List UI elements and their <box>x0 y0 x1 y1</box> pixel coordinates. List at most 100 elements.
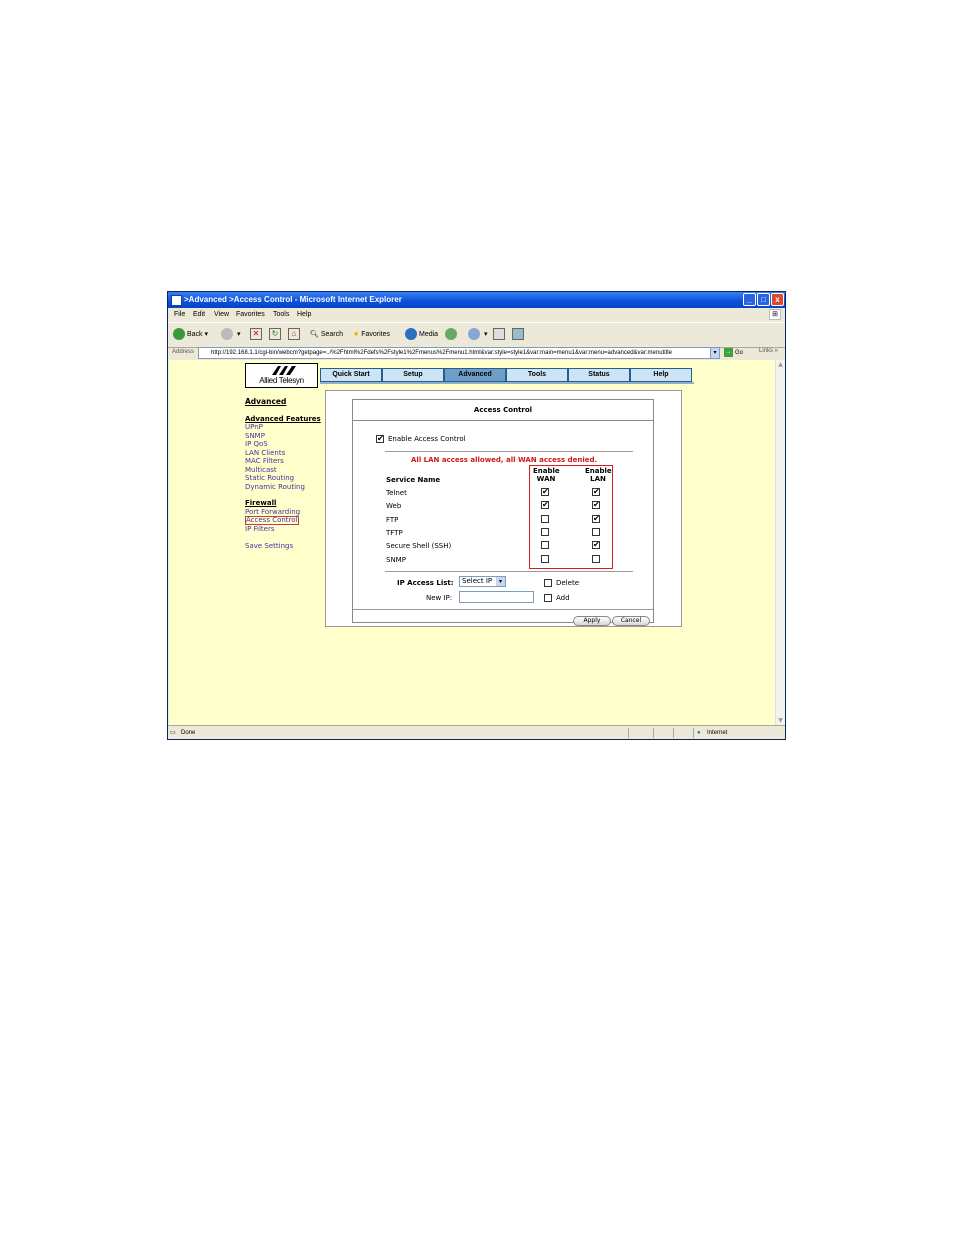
close-button[interactable]: x <box>771 293 784 306</box>
delete-checkbox[interactable] <box>544 579 552 587</box>
home-button[interactable]: ⌂ <box>288 327 300 343</box>
new-ip-label: New IP: <box>426 594 453 602</box>
col-header-service-name: Service Name <box>386 476 441 484</box>
sidebar-item-lan-clients[interactable]: LAN Clients <box>245 449 321 458</box>
ssh-lan-checkbox[interactable]: ✔ <box>592 541 600 549</box>
window-title: >Advanced >Access Control - Microsoft In… <box>184 295 402 304</box>
snmp-wan-checkbox[interactable] <box>541 555 549 563</box>
title-bar: >Advanced >Access Control - Microsoft In… <box>168 292 785 308</box>
sidebar-item-multicast[interactable]: Multicast <box>245 466 321 475</box>
col-header-enable-lan-1: Enable <box>585 467 612 475</box>
favorites-button[interactable]: ★ Favorites <box>353 327 390 343</box>
divider <box>385 571 633 572</box>
maximize-button[interactable]: □ <box>757 293 770 306</box>
apply-button[interactable]: Apply <box>573 616 611 626</box>
mail-button[interactable]: ▾ <box>468 327 487 343</box>
sidebar-item-static-routing[interactable]: Static Routing <box>245 474 321 483</box>
ftp-wan-checkbox[interactable] <box>541 515 549 523</box>
sidebar-heading-advanced-features[interactable]: Advanced Features <box>245 415 321 424</box>
menu-file[interactable]: File <box>174 308 185 321</box>
ip-select-value: Select IP <box>462 577 493 585</box>
vertical-scrollbar[interactable]: ▲ ▼ <box>775 360 785 725</box>
access-control-panel: Access Control ✔ Enable Access Control A… <box>352 399 654 626</box>
sidebar-item-snmp[interactable]: SNMP <box>245 432 321 441</box>
snmp-lan-checkbox[interactable] <box>592 555 600 563</box>
sidebar-item-ip-qos[interactable]: IP QoS <box>245 440 321 449</box>
telnet-lan-checkbox[interactable]: ✔ <box>592 488 600 496</box>
ftp-lan-checkbox[interactable]: ✔ <box>592 515 600 523</box>
service-ftp: FTP <box>386 516 399 524</box>
sidebar-item-dynamic-routing[interactable]: Dynamic Routing <box>245 483 321 492</box>
address-input[interactable]: http://192.168.1.1/cgi-bin/webcm?getpage… <box>198 347 718 359</box>
go-button[interactable]: → Go <box>724 347 743 359</box>
tab-tools[interactable]: Tools <box>506 368 568 382</box>
tftp-lan-checkbox[interactable] <box>592 528 600 536</box>
service-ssh: Secure Shell (SSH) <box>386 542 452 550</box>
menu-edit[interactable]: Edit <box>193 308 205 321</box>
links-button[interactable]: Links » <box>759 348 778 354</box>
logo-text: Allied Telesyn <box>259 376 304 385</box>
globe-icon: ● <box>697 730 701 736</box>
tab-advanced[interactable]: Advanced <box>444 368 506 382</box>
back-arrow-icon <box>173 328 185 341</box>
sidebar-heading-advanced[interactable]: Advanced <box>245 397 321 407</box>
stop-button[interactable]: ✕ <box>250 327 262 343</box>
search-button[interactable]: 🔍︎ Search <box>310 327 343 343</box>
menu-bar: File Edit View Favorites Tools Help ⊞ <box>168 308 785 321</box>
stop-icon: ✕ <box>250 328 262 341</box>
sidebar-item-access-control[interactable]: Access Control <box>245 516 299 525</box>
logo-mark-icon <box>272 366 296 375</box>
service-tftp: TFTP <box>386 529 403 537</box>
edit-page-button[interactable] <box>512 327 524 343</box>
tab-help[interactable]: Help <box>630 368 692 382</box>
tftp-wan-checkbox[interactable] <box>541 528 549 536</box>
forward-button[interactable]: ▾ <box>221 327 240 343</box>
status-pane <box>653 728 654 738</box>
sidebar-item-upnp[interactable]: UPnP <box>245 423 321 432</box>
history-button[interactable] <box>445 327 459 343</box>
tab-setup[interactable]: Setup <box>382 368 444 382</box>
content-frame: Access Control ✔ Enable Access Control A… <box>325 390 682 627</box>
cancel-button[interactable]: Cancel <box>612 616 650 626</box>
zone-text: Internet <box>707 730 728 736</box>
telnet-wan-checkbox[interactable]: ✔ <box>541 488 549 496</box>
tab-status[interactable]: Status <box>568 368 630 382</box>
tab-quick-start[interactable]: Quick Start <box>320 368 382 382</box>
ssh-wan-checkbox[interactable] <box>541 541 549 549</box>
menu-favorites[interactable]: Favorites <box>236 308 265 321</box>
address-bar: Address http://192.168.1.1/cgi-bin/webcm… <box>168 346 785 360</box>
scroll-down-icon[interactable]: ▼ <box>776 716 785 725</box>
service-telnet: Telnet <box>386 489 407 497</box>
enable-access-control-checkbox[interactable]: ✔ <box>376 435 384 443</box>
sidebar-item-save-settings[interactable]: Save Settings <box>245 542 321 551</box>
print-button[interactable] <box>493 327 505 343</box>
sidebar-item-mac-filters[interactable]: MAC Filters <box>245 457 321 466</box>
scroll-up-icon[interactable]: ▲ <box>776 360 785 369</box>
web-wan-checkbox[interactable]: ✔ <box>541 501 549 509</box>
add-checkbox[interactable] <box>544 594 552 602</box>
refresh-button[interactable]: ↻ <box>269 327 281 343</box>
home-icon: ⌂ <box>288 328 300 341</box>
allied-telesyn-logo: Allied Telesyn <box>245 363 318 388</box>
service-snmp: SNMP <box>386 556 406 564</box>
mail-icon <box>468 328 480 341</box>
web-lan-checkbox[interactable]: ✔ <box>592 501 600 509</box>
panel-title: Access Control <box>353 400 653 421</box>
back-button[interactable]: Back ▾ <box>173 327 208 343</box>
sidebar-item-ip-filters[interactable]: IP Filters <box>245 525 321 534</box>
search-icon: 🔍︎ <box>310 331 319 338</box>
minimize-button[interactable]: _ <box>743 293 756 306</box>
delete-label: Delete <box>556 579 579 587</box>
menu-help[interactable]: Help <box>297 308 311 321</box>
sidebar-item-port-forwarding[interactable]: Port Forwarding <box>245 508 321 517</box>
address-dropdown-icon[interactable]: ▾ <box>710 347 720 359</box>
ip-access-list-select[interactable]: Select IP ▾ <box>459 576 506 587</box>
history-icon <box>445 328 457 341</box>
sidebar-nav: Advanced Advanced Features UPnP SNMP IP … <box>245 397 321 551</box>
sidebar-heading-firewall[interactable]: Firewall <box>245 499 321 508</box>
menu-tools[interactable]: Tools <box>273 308 289 321</box>
menu-view[interactable]: View <box>214 308 229 321</box>
media-button[interactable]: Media <box>405 327 438 343</box>
page-content: Allied Telesyn Quick Start Setup Advance… <box>169 360 775 725</box>
new-ip-input[interactable] <box>459 591 534 603</box>
